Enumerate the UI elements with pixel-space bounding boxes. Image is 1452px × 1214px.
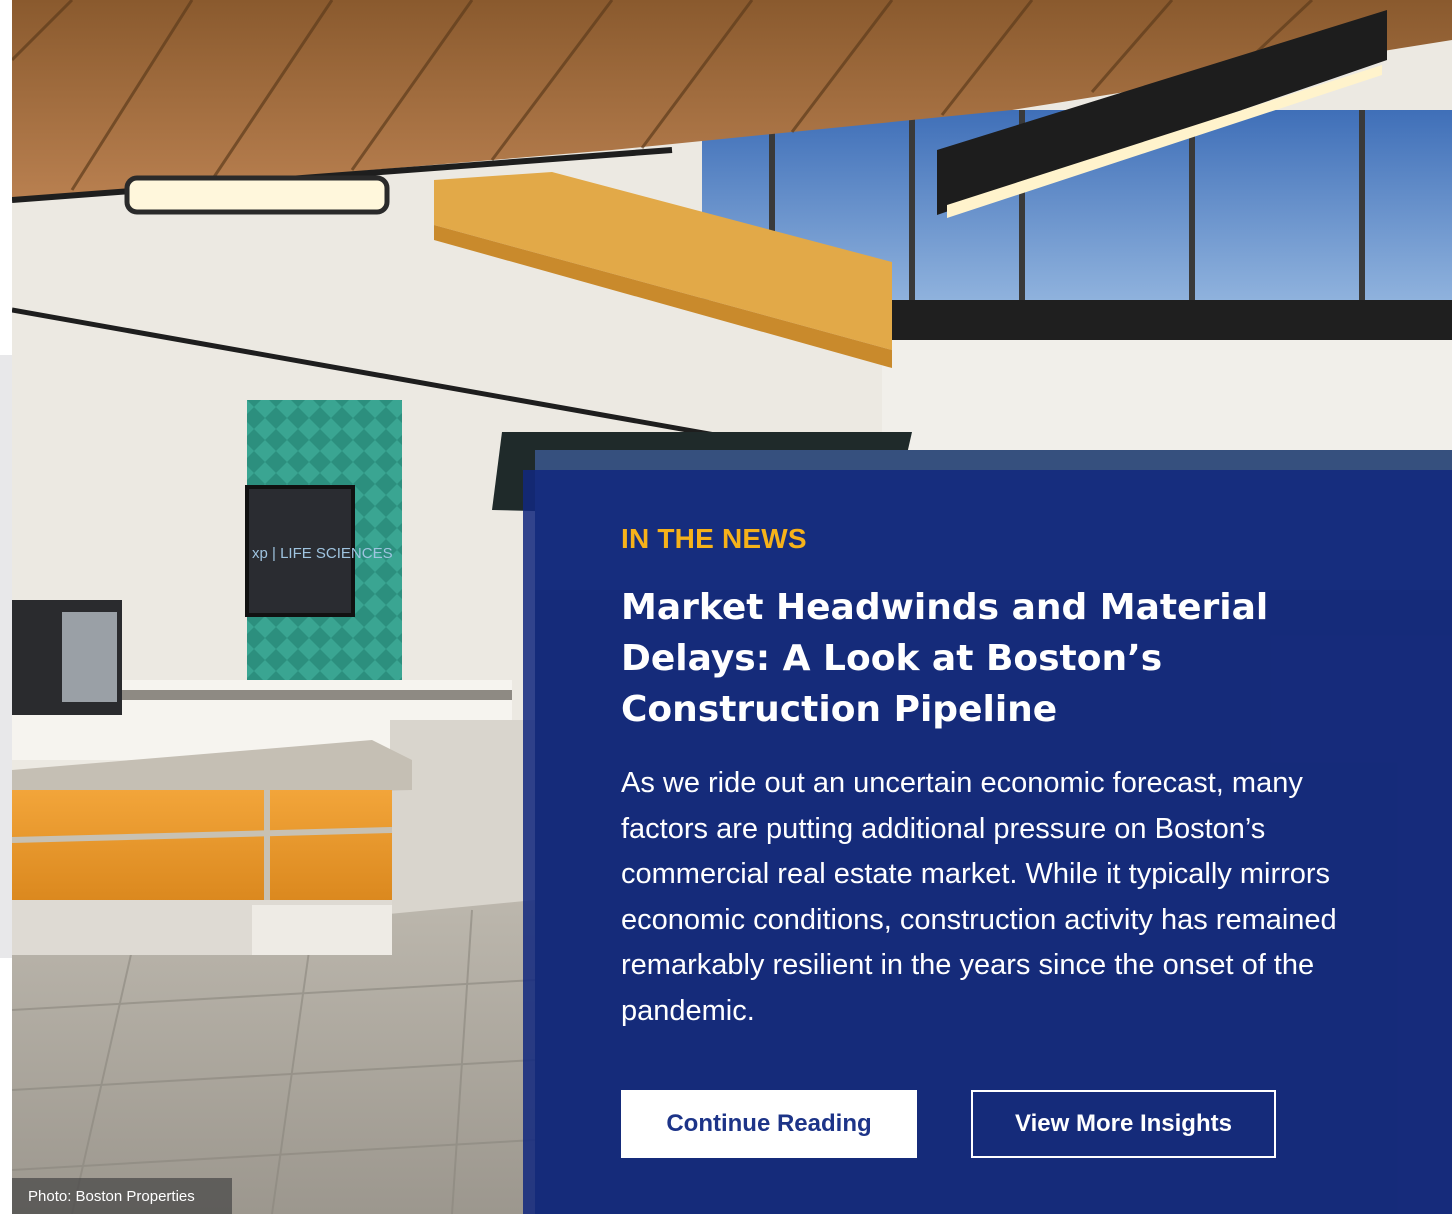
tv-screen-logo: xp | LIFE SCIENCES bbox=[252, 545, 393, 562]
card-headline: Market Headwinds and Material Delays: A … bbox=[621, 587, 1269, 730]
news-card: IN THE NEWS Market Headwinds and Materia… bbox=[523, 470, 1452, 1214]
card-body-text: As we ride out an uncertain economic for… bbox=[621, 767, 1337, 1027]
view-more-insights-button[interactable]: View More Insights bbox=[971, 1090, 1276, 1158]
card-eyebrow: IN THE NEWS bbox=[621, 523, 807, 554]
side-panel bbox=[0, 355, 12, 958]
continue-reading-button[interactable]: Continue Reading bbox=[621, 1090, 917, 1158]
photo-credit: Photo: Boston Properties bbox=[12, 1178, 232, 1214]
card-button-row: Continue Reading View More Insights bbox=[621, 1090, 1276, 1158]
